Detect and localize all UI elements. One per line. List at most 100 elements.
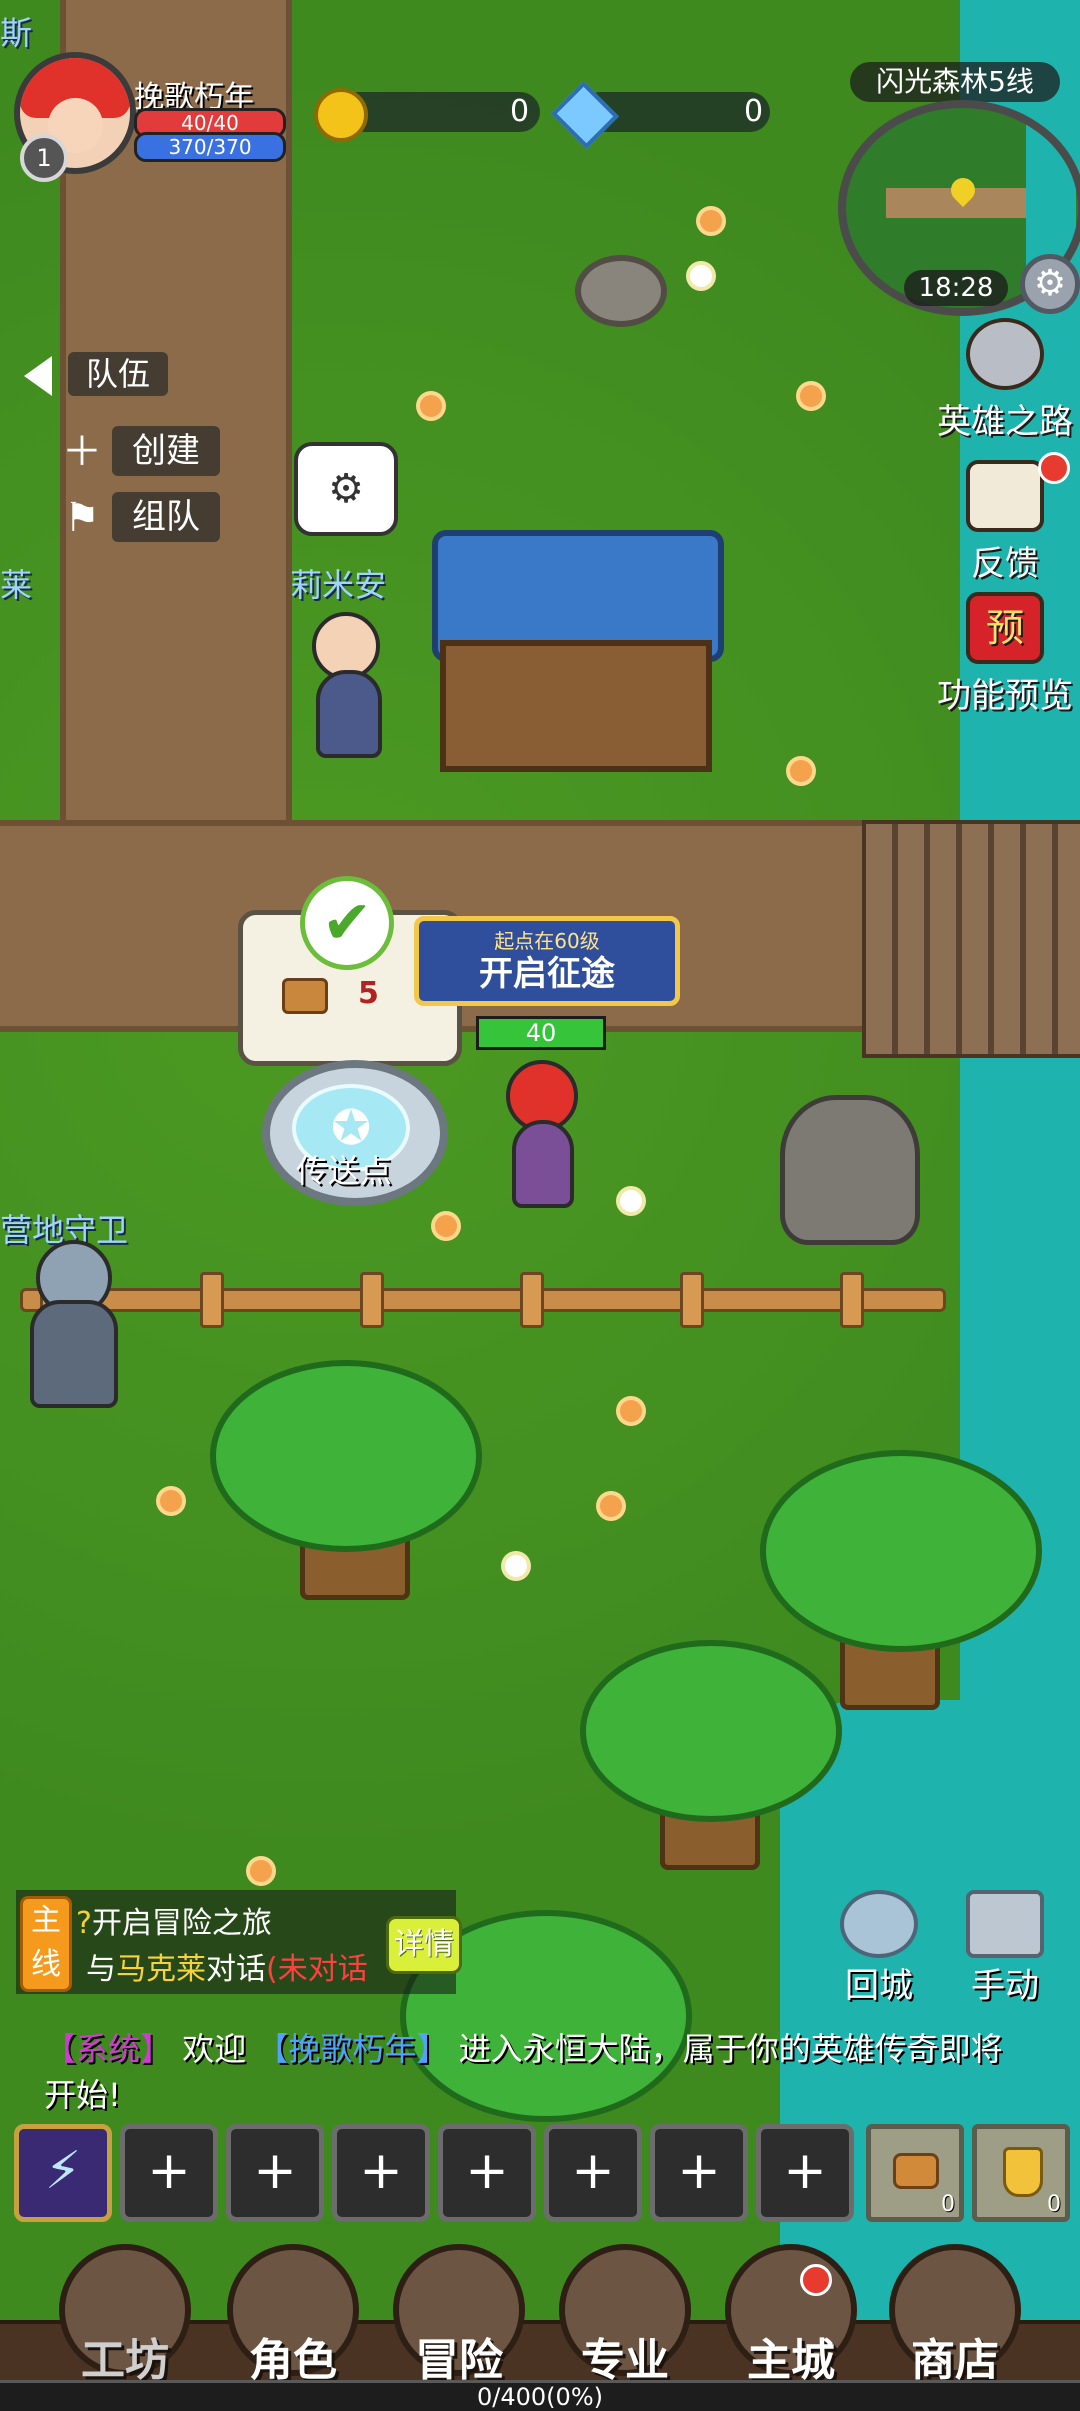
banner-subtitle: 起点在60级 bbox=[494, 929, 600, 953]
nav-character[interactable]: 角色 bbox=[218, 2244, 368, 2386]
fence-post bbox=[360, 1272, 384, 1328]
skill-slot-lightning[interactable]: ⚡ bbox=[14, 2124, 112, 2222]
nav-profession[interactable]: 专业 bbox=[550, 2244, 700, 2386]
flower bbox=[800, 385, 822, 407]
banner-title: 开启征途 bbox=[479, 954, 615, 994]
nav-profession-label: 专业 bbox=[581, 2335, 669, 2386]
quest-desc-prefix: 与 bbox=[86, 1952, 116, 1987]
flag-icon: ⚑ bbox=[64, 495, 100, 541]
fence-post bbox=[840, 1272, 864, 1328]
npc-name-edge: 莱 bbox=[0, 566, 33, 604]
nav-character-label: 角色 bbox=[249, 2335, 337, 2386]
flower bbox=[435, 1215, 457, 1237]
flower bbox=[690, 265, 712, 287]
item-slot-potion[interactable]: 0 bbox=[972, 2124, 1070, 2222]
nav-main-city-label: 主城 bbox=[747, 2335, 835, 2386]
player-level-bar: 40 bbox=[476, 1016, 606, 1050]
wood-icon bbox=[282, 978, 328, 1014]
journey-banner[interactable]: 起点在60级 开启征途 bbox=[414, 916, 680, 1006]
npc-limian[interactable] bbox=[316, 670, 382, 758]
team-tab[interactable]: 队伍 bbox=[68, 352, 168, 396]
flower bbox=[700, 210, 722, 232]
helmet-icon bbox=[966, 318, 1044, 390]
quest-desc-mid: 对话 bbox=[206, 1952, 266, 1987]
skill-slot-empty[interactable]: + bbox=[120, 2124, 218, 2222]
return-city-button[interactable]: 回城 bbox=[824, 1890, 934, 2007]
quest-title[interactable]: ?开启冒险之旅 bbox=[76, 1898, 272, 1942]
flower bbox=[790, 760, 812, 782]
quest-type-tag: 主线 bbox=[20, 1896, 72, 1992]
player-level-badge: 1 bbox=[20, 134, 68, 182]
tree bbox=[760, 1450, 1042, 1652]
join-team-label: 组队 bbox=[112, 492, 220, 542]
return-city-label: 回城 bbox=[845, 1966, 913, 2006]
mail-icon bbox=[966, 460, 1044, 532]
collapse-arrow-icon[interactable] bbox=[24, 356, 52, 396]
quest-title-text: 开启冒险之旅 bbox=[91, 1906, 272, 1941]
quest-description[interactable]: 与马克莱对话(未对话 bbox=[86, 1944, 368, 1988]
npc-speech-bubble[interactable]: ⚙ bbox=[294, 442, 398, 536]
wooden-fence bbox=[20, 1288, 946, 1312]
flower bbox=[505, 1555, 527, 1577]
bread-icon bbox=[893, 2153, 939, 2189]
check-icon[interactable]: ✔ bbox=[300, 876, 394, 970]
nav-workshop-label: 工坊 bbox=[81, 2335, 169, 2386]
portal-label: 传送点 bbox=[296, 1152, 393, 1190]
plus-icon: ＋ bbox=[62, 429, 102, 475]
experience-bar: 0/400(0%) bbox=[0, 2380, 1080, 2411]
flower bbox=[420, 395, 442, 417]
quest-reward-count: 5 bbox=[358, 976, 379, 1011]
nav-workshop[interactable]: 工坊 bbox=[50, 2244, 200, 2386]
lightning-skill-icon: ⚡ bbox=[44, 2141, 82, 2201]
tree bbox=[580, 1640, 842, 1822]
npc-name-limian: 莉米安 bbox=[290, 566, 387, 604]
quest-status: (未对话 bbox=[266, 1952, 368, 1987]
chat-text-1: 欢迎 bbox=[182, 2030, 247, 2068]
nav-adventure[interactable]: 冒险 bbox=[384, 2244, 534, 2386]
hero-road-button[interactable]: 英雄之路 bbox=[930, 318, 1080, 443]
gold-coin-icon[interactable] bbox=[314, 88, 368, 142]
flower bbox=[600, 1495, 622, 1517]
player-character[interactable] bbox=[512, 1120, 574, 1208]
manual-mode-button[interactable]: 手动 bbox=[950, 1890, 1060, 2007]
skill-slot-empty[interactable]: + bbox=[756, 2124, 854, 2222]
game-clock: 18:28 bbox=[904, 270, 1008, 306]
crossed-swords-icon bbox=[966, 1890, 1044, 1958]
portal-swirl-icon bbox=[840, 1890, 918, 1958]
question-icon: ? bbox=[76, 1906, 92, 1941]
manual-mode-label: 手动 bbox=[971, 1966, 1039, 2006]
fence-post bbox=[200, 1272, 224, 1328]
chat-player-name: 【挽歌朽年】 bbox=[256, 2030, 449, 2068]
skill-slot-empty[interactable]: + bbox=[332, 2124, 430, 2222]
skill-slot-empty[interactable]: + bbox=[544, 2124, 642, 2222]
create-team-label: 创建 bbox=[112, 426, 220, 476]
chat-system-tag: 【系统】 bbox=[44, 2030, 173, 2068]
skill-slot-empty[interactable]: + bbox=[226, 2124, 324, 2222]
feature-preview-button[interactable]: 预 功能预览 bbox=[930, 592, 1080, 717]
nav-main-city[interactable]: 主城 bbox=[716, 2244, 866, 2386]
shop-stall[interactable] bbox=[440, 640, 712, 772]
feature-preview-label: 功能预览 bbox=[937, 676, 1073, 716]
gear-icon[interactable]: ⚙ bbox=[1020, 254, 1080, 314]
quest-npc-name: 马克莱 bbox=[116, 1952, 206, 1987]
flower bbox=[250, 1860, 272, 1882]
item-count: 0 bbox=[1047, 2192, 1061, 2217]
flower bbox=[620, 1400, 642, 1422]
mp-bar: 370/370 bbox=[134, 132, 286, 162]
wooden-bridge bbox=[862, 820, 1080, 1058]
item-count: 0 bbox=[941, 2192, 955, 2217]
hero-road-label: 英雄之路 bbox=[937, 402, 1073, 442]
quest-detail-button[interactable]: 详情 bbox=[386, 1916, 462, 1974]
gold-amount: 0 bbox=[510, 94, 530, 129]
npc-guard[interactable] bbox=[30, 1300, 118, 1408]
boulder bbox=[780, 1095, 920, 1245]
notification-dot bbox=[1038, 452, 1070, 484]
potion-icon bbox=[1003, 2147, 1043, 2197]
preview-badge-icon: 预 bbox=[966, 592, 1044, 664]
item-slot-bread[interactable]: 0 bbox=[866, 2124, 964, 2222]
skill-slot-empty[interactable]: + bbox=[438, 2124, 536, 2222]
skill-slot-empty[interactable]: + bbox=[650, 2124, 748, 2222]
map-location: 闪光森林5线 bbox=[850, 62, 1060, 102]
feedback-label: 反馈 bbox=[971, 544, 1039, 584]
nav-shop[interactable]: 商店 bbox=[880, 2244, 1030, 2386]
